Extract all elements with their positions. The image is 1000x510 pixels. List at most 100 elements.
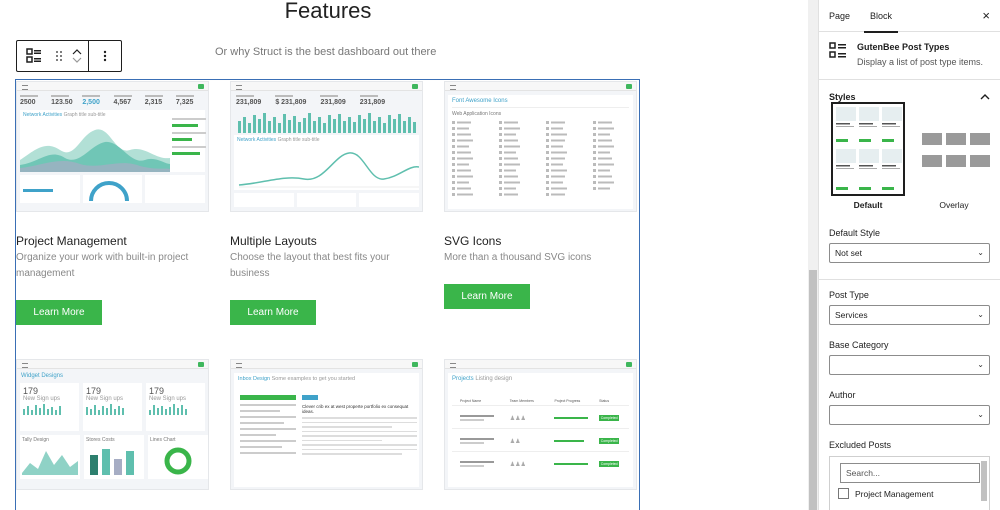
more-options-icon[interactable] [89,41,121,71]
base-category-label: Base Category [829,340,889,350]
thumb-status: Completed [599,438,620,444]
thumb-heading: Clever crib ex at west properte portfoli… [302,404,409,414]
card-description: More than a thousand SVG icons [444,252,592,263]
panel-separator [819,279,1000,280]
card-thumbnail[interactable]: Inbox Design Some examples to get you st… [230,359,423,490]
card-description: Organize your work with built-in project… [16,252,189,279]
style-option-label: Default [853,200,883,210]
block-toolbar [16,40,122,72]
base-category-select[interactable]: ⌄ [829,355,990,375]
card-thumbnail[interactable]: Projects Listing design Project Name Tea… [444,359,637,490]
thumb-stat-label: New Sign ups [23,396,61,402]
card-title: Project Management [16,234,127,248]
thumb-stat-label: New Sign ups [149,396,187,402]
move-buttons [67,41,89,71]
chevron-up-icon [980,94,990,100]
thumb-col-header: Team Members [509,399,534,403]
drag-handle-icon[interactable] [51,41,67,71]
thumb-stat: 2,315 [144,99,163,106]
chevron-down-icon: ⌄ [977,248,984,257]
block-type-button[interactable] [17,41,51,71]
feature-card: Font Awesome Icons Web Application Icons [444,81,639,309]
feature-card: 2500 123.50 2,500 4,567 2,315 7,325 Netw… [16,81,211,325]
feature-card: Inbox Design Some examples to get you st… [230,359,423,490]
styles-options: Default Overlay [819,102,1000,242]
editor-scrollbar[interactable] [808,0,818,510]
chevron-down-icon: ⌄ [977,310,984,319]
learn-more-button[interactable]: Learn More [230,300,316,325]
close-icon[interactable]: × [982,8,990,23]
thumb-stat: 231,809 [320,99,346,106]
card-thumbnail[interactable]: Font Awesome Icons Web Application Icons [444,81,637,212]
post-types-icon [829,42,846,58]
thumb-subtitle: Some examples to get you started [271,376,356,382]
thumb-stat: 4,567 [113,99,132,106]
thumb-col-header: Status [599,399,610,403]
list-item-label: Project Management [855,488,934,499]
scrollbar-thumb[interactable] [809,270,817,510]
style-option-label: Overlay [939,200,969,210]
thumb-icon-grid [452,121,614,196]
thumb-stat: 7,325 [175,99,194,106]
block-card: GutenBee Post Types Display a list of po… [819,32,1000,80]
thumb-col-header: Project Name [460,399,482,403]
thumb-stat: $ 231,809 [275,99,307,106]
author-select[interactable]: ⌄ [829,405,990,425]
thumb-title: Font Awesome Icons [452,98,508,104]
style-option-overlay[interactable]: Overlay [917,102,991,210]
thumb-status: Completed [599,461,620,467]
excluded-posts-list: Search... Project Management [829,456,990,510]
default-style-value: Not set [835,248,862,258]
list-scrollbar[interactable] [981,461,987,501]
excluded-posts-label: Excluded Posts [829,440,892,450]
thumb-stat: 2500 [20,99,36,106]
card-thumbnail[interactable]: Widget Designs 179 New Sign ups 179 New Si… [16,359,209,490]
learn-more-button[interactable]: Learn More [444,284,530,309]
thumb-stat: 179 [149,386,165,396]
learn-more-button[interactable]: Learn More [16,300,102,325]
list-item[interactable]: Project Management [838,488,989,499]
post-type-value: Services [835,310,868,320]
card-thumbnail[interactable]: 231,809 $ 231,809 231,809 231,809 Networ… [230,81,423,212]
tab-page[interactable]: Page [819,0,860,32]
tab-block[interactable]: Block [860,0,902,33]
card-title: Multiple Layouts [230,234,317,248]
chevron-down-icon: ⌄ [977,360,984,369]
thumb-area-chart [20,129,170,172]
card-description: Choose the layout that best fits your bu… [230,252,390,279]
settings-sidebar: Page Block × GutenBee Post Types Display… [818,0,1000,510]
styles-panel-title: Styles [829,92,856,102]
thumb-subtitle: Listing design [475,376,513,382]
thumb-title: Projects [452,376,474,382]
excluded-search-input[interactable]: Search... [840,463,980,483]
thumb-line-chart [238,152,419,188]
feature-card: 231,809 $ 231,809 231,809 231,809 Networ… [230,81,425,325]
move-down-icon[interactable] [72,56,82,64]
move-up-icon[interactable] [72,48,82,56]
thumb-status: Completed [599,415,620,421]
thumb-title: Inbox Design [238,376,271,382]
default-style-select[interactable]: Not set ⌄ [829,243,990,263]
post-type-label: Post Type [829,290,869,300]
card-title: SVG Icons [444,234,502,248]
chevron-down-icon: ⌄ [977,410,984,419]
thumb-subtitle: Web Application Icons [452,111,502,117]
thumb-stat: 231,809 [236,99,262,106]
checkbox[interactable] [838,488,849,499]
thumb-chart-sub: Graph title sub-title [277,137,320,143]
thumb-stat: 2,500 [82,99,100,106]
block-description: Display a list of post type items. [857,57,984,67]
thumb-col-header: Project Progress [554,399,581,403]
thumb-stat: 179 [86,386,102,396]
thumb-bar-chart [238,113,416,133]
author-label: Author [829,390,856,400]
card-thumbnail[interactable]: 2500 123.50 2,500 4,567 2,315 7,325 Netw… [16,81,209,212]
post-type-select[interactable]: Services ⌄ [829,305,990,325]
section-subtitle: Or why Struct is the best dashboard out … [215,46,437,58]
post-types-icon [26,48,41,63]
editor-canvas: Features Or why Struct is the best dashb… [0,0,808,510]
thumb-chart-title: Network Activities [23,112,63,118]
thumb-stat: 231,809 [359,99,386,106]
feature-card: Widget Designs 179 New Sign ups 179 New Si… [16,359,209,490]
style-option-default[interactable]: Default [831,102,905,210]
